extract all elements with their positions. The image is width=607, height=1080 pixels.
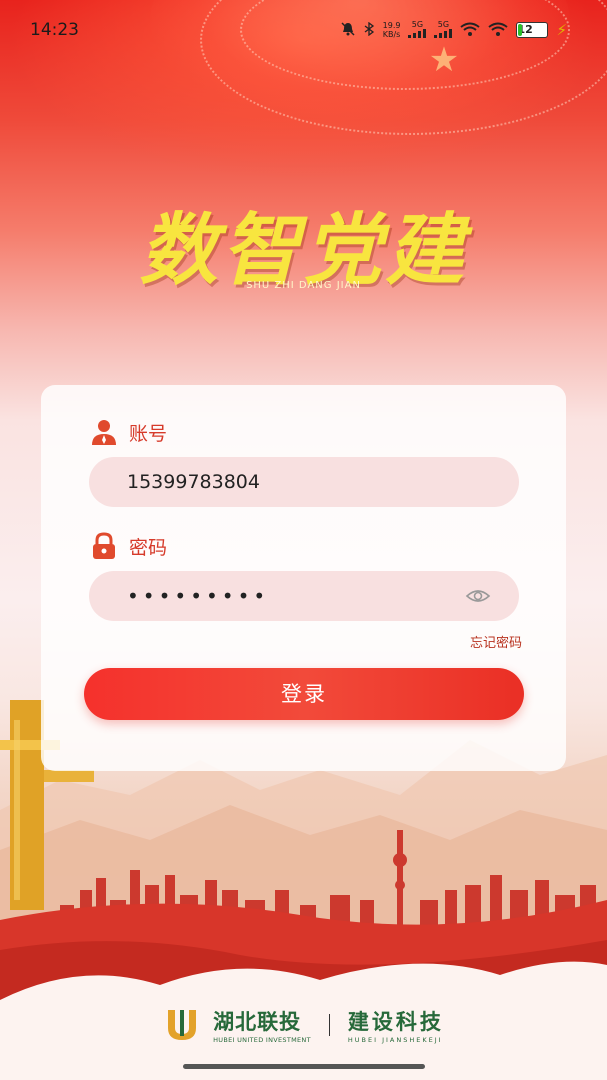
forgot-password-link[interactable]: 忘记密码 <box>470 632 522 651</box>
status-time: 14:23 <box>30 20 79 40</box>
signal-2: 5G <box>434 20 453 40</box>
battery-indicator: 12 <box>516 22 549 38</box>
mute-icon <box>341 21 355 39</box>
home-indicator[interactable] <box>183 1064 425 1069</box>
status-bar: 14:23 19.9 KB/s 5G 5G 12 ⚡ <box>0 0 607 62</box>
password-input[interactable]: ••••••••• <box>89 571 519 621</box>
password-label-row: 密码 <box>89 531 167 561</box>
lock-icon <box>89 531 119 561</box>
account-label-row: 账号 <box>89 417 167 447</box>
network-speed: 19.9 KB/s <box>383 21 401 39</box>
login-button[interactable]: 登录 <box>84 668 524 720</box>
brand1-english: HUBEI UNITED INVESTMENT <box>213 1036 311 1044</box>
footer-brand: 湖北联投 HUBEI UNITED INVESTMENT 建设科技 HUBEI … <box>0 1000 607 1050</box>
brand-hubei-united: 湖北联投 HUBEI UNITED INVESTMENT <box>213 1006 311 1044</box>
brand2-name: 建设科技 <box>347 1010 444 1034</box>
charging-icon: ⚡ <box>556 21 567 39</box>
brand-divider <box>328 1014 330 1036</box>
signal-bars-icon <box>408 29 427 38</box>
network-speed-value: 19.9 <box>382 21 401 30</box>
brand2-english: HUBEI JIANSHEKEJI <box>347 1036 443 1044</box>
account-input[interactable]: 15399783804 <box>89 457 519 507</box>
app-subtitle: SHU ZHI DANG JIAN <box>246 280 361 291</box>
brand1-name: 湖北联投 <box>213 1010 302 1034</box>
hubei-united-logo-icon <box>163 1006 201 1044</box>
user-icon <box>89 417 119 447</box>
signal-2-label: 5G <box>437 20 450 29</box>
password-label: 密码 <box>129 536 168 559</box>
account-input-value: 15399783804 <box>127 471 260 493</box>
account-label: 账号 <box>129 422 168 445</box>
password-input-value: ••••••••• <box>127 584 270 608</box>
battery-level: 12 <box>517 23 533 36</box>
signal-1: 5G <box>408 20 427 40</box>
network-speed-unit: KB/s <box>382 30 401 39</box>
eye-icon[interactable] <box>465 584 491 608</box>
status-icons: 19.9 KB/s 5G 5G 12 ⚡ <box>341 20 567 40</box>
wifi-icon <box>488 22 509 39</box>
bluetooth-icon <box>363 21 375 39</box>
wifi-icon <box>460 22 481 39</box>
brand-jianshe-keji: 建设科技 HUBEI JIANSHEKEJI <box>348 1006 444 1044</box>
login-card: 账号 15399783804 密码 ••••••••• 忘记密码 登录 <box>41 385 566 771</box>
signal-1-label: 5G <box>411 20 424 29</box>
signal-bars-icon <box>434 29 453 38</box>
